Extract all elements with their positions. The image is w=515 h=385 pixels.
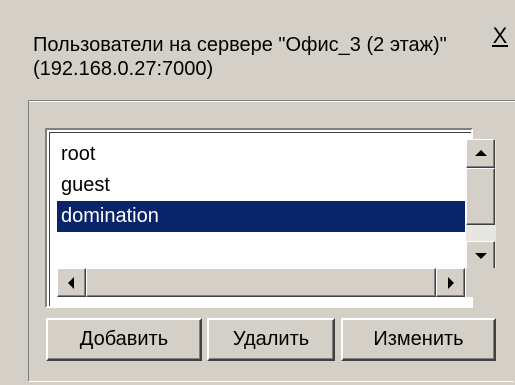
horizontal-scrollbar[interactable] <box>57 268 465 297</box>
arrow-left-icon <box>68 277 74 289</box>
delete-button[interactable]: Удалить <box>207 318 335 361</box>
dialog-title: Пользователи на сервере "Офис_3 (2 этаж)… <box>33 34 447 80</box>
add-button-label: Добавить <box>79 328 169 350</box>
list-item-selected[interactable]: domination <box>57 201 465 232</box>
scroll-h-thumb[interactable] <box>86 268 436 297</box>
edit-button[interactable]: Изменить <box>341 318 496 361</box>
scroll-up-button[interactable] <box>466 139 495 168</box>
scroll-down-button[interactable] <box>466 241 495 270</box>
scroll-right-button[interactable] <box>436 268 465 297</box>
vertical-scrollbar[interactable] <box>466 139 498 287</box>
scroll-left-button[interactable] <box>57 268 86 297</box>
user-list: root guest domination <box>57 139 465 263</box>
arrow-up-icon <box>475 150 487 156</box>
list-item[interactable]: guest <box>57 170 465 201</box>
scroll-thumb[interactable] <box>466 168 495 225</box>
close-icon[interactable]: X <box>489 25 511 48</box>
add-button[interactable]: Добавить <box>46 318 202 361</box>
arrow-right-icon <box>448 277 454 289</box>
listbox-inner: root guest domination <box>49 132 498 306</box>
user-listbox[interactable]: root guest domination <box>45 128 498 308</box>
scroll-corner <box>466 268 498 297</box>
edit-button-label: Изменить <box>373 328 464 350</box>
delete-button-label: Удалить <box>232 328 310 350</box>
list-item[interactable]: root <box>57 139 465 170</box>
arrow-down-icon <box>475 253 487 259</box>
list-item[interactable] <box>57 232 465 263</box>
